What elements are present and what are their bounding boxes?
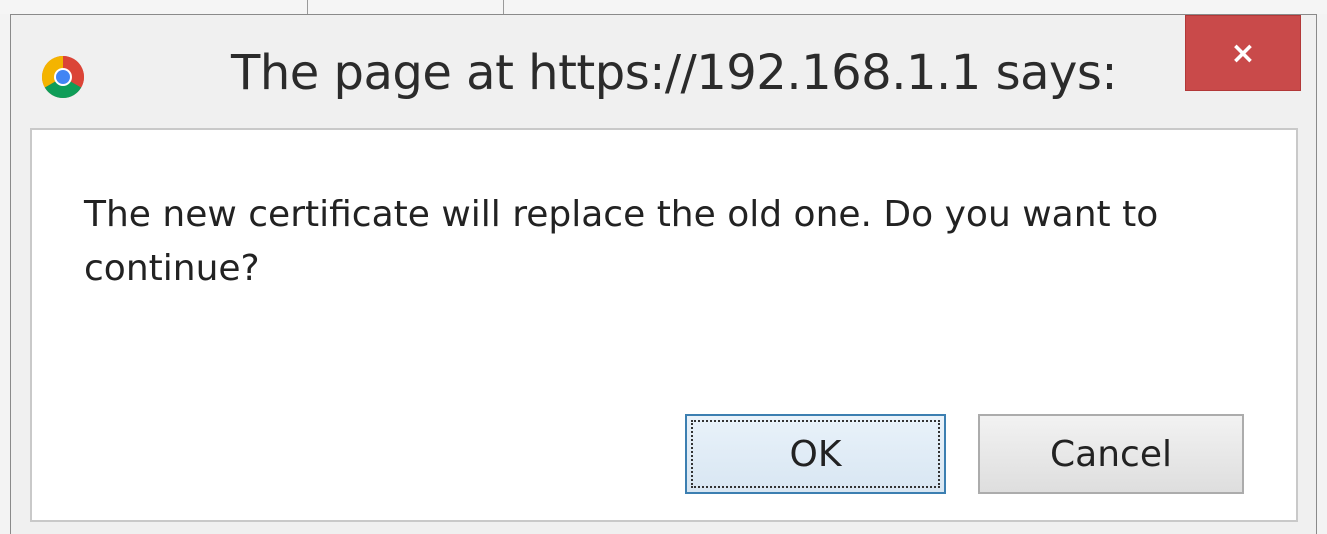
ok-button[interactable]: OK: [685, 414, 946, 494]
alert-dialog: The page at https://192.168.1.1 says: × …: [10, 14, 1317, 534]
dialog-title: The page at https://192.168.1.1 says:: [231, 45, 1118, 101]
focus-ring: [691, 420, 940, 488]
tab-divider: [503, 0, 504, 14]
tab-divider: [307, 0, 308, 14]
dialog-titlebar[interactable]: The page at https://192.168.1.1 says: ×: [11, 15, 1316, 127]
cancel-button-label: Cancel: [1050, 433, 1172, 475]
close-button[interactable]: ×: [1185, 15, 1301, 91]
dialog-message: The new certificate will replace the old…: [84, 194, 1159, 289]
close-icon: ×: [1230, 35, 1256, 71]
background-window-strip: [0, 0, 1327, 14]
dialog-content: The new certificate will replace the old…: [30, 128, 1298, 522]
cancel-button[interactable]: Cancel: [978, 414, 1244, 494]
chrome-icon: [41, 55, 85, 99]
